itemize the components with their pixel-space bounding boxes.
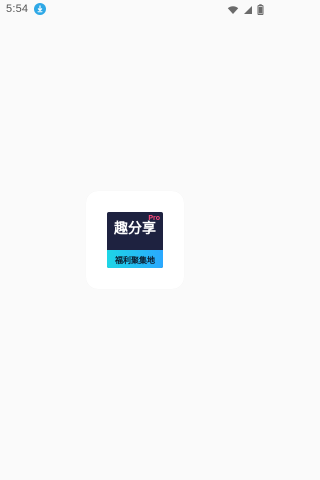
- cell-signal-icon: [243, 0, 253, 19]
- status-left: 5:54: [6, 3, 47, 15]
- splash-screen: 5:54 Pro 趣分享 福利聚集地: [0, 0, 270, 480]
- app-logo: Pro 趣分享 福利聚集地: [107, 212, 163, 268]
- status-bar: 5:54: [0, 0, 270, 18]
- logo-title: 趣分享: [114, 221, 156, 237]
- logo-subtitle: 福利聚集地: [115, 256, 155, 265]
- status-right: [227, 0, 264, 19]
- status-time: 5:54: [6, 3, 29, 15]
- wifi-icon: [227, 0, 239, 19]
- download-icon: [34, 3, 47, 15]
- splash-card: Pro 趣分享 福利聚集地: [86, 191, 184, 289]
- battery-icon: [257, 0, 264, 19]
